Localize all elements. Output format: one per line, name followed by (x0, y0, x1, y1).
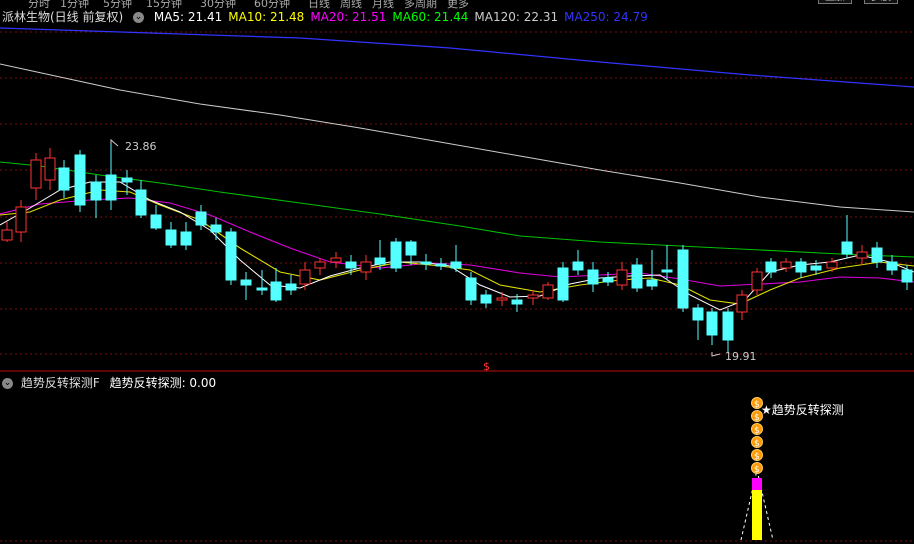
candle-body (44, 157, 56, 181)
indicator-value: 趋势反转探测: 0.00 (109, 376, 217, 390)
candle-body (841, 241, 853, 255)
candle-body (661, 269, 673, 273)
stock-chart-window: 分时1分钟5分钟15分钟30分钟60分钟日线周线月线多周期更多叠加多股 派林生物… (0, 0, 914, 544)
candle-body (826, 261, 838, 269)
candle-body (180, 231, 192, 246)
candle-body (692, 307, 704, 321)
high-price-label: 23.86 (125, 140, 157, 153)
candle-body (225, 231, 237, 281)
candle-body (121, 177, 133, 183)
high-pointer (110, 138, 119, 147)
candle-body (795, 261, 807, 273)
candle-body (572, 261, 584, 271)
candle-body (285, 283, 297, 291)
candle-body (330, 257, 342, 263)
coin-glyph: $ (754, 413, 760, 423)
candle-body (165, 229, 177, 246)
candle-body (74, 154, 86, 206)
candle-body (646, 279, 658, 287)
candle-body (58, 167, 70, 191)
candle-body (527, 294, 539, 299)
chevron-down-icon[interactable]: ⌄ (2, 378, 13, 389)
candle-body (856, 251, 868, 259)
candle-body (810, 265, 822, 271)
coin-glyph: $ (754, 426, 760, 436)
candle-body (420, 261, 432, 265)
kline-chart[interactable]: 23.8619.91$$$$$$$★趋势反转探测 (0, 0, 914, 544)
candle-body (405, 241, 417, 256)
candle-body (736, 294, 748, 313)
signal-label: ★趋势反转探测 (761, 402, 844, 417)
candle-body (15, 206, 27, 233)
candle-body (751, 271, 763, 291)
signal-bar (752, 490, 762, 540)
candle-body (195, 211, 207, 226)
candle-body (901, 269, 913, 283)
candle-body (390, 241, 402, 269)
candle-body (314, 261, 326, 269)
candle-body (871, 247, 883, 263)
candle-body (511, 299, 523, 305)
candle-body (706, 311, 718, 336)
marker-s: $ (483, 360, 490, 373)
candle-body (374, 257, 386, 265)
candle-body (602, 277, 614, 283)
candle-body (299, 269, 311, 285)
candle-body (542, 284, 554, 299)
candle-body (210, 224, 222, 233)
candle-body (240, 279, 252, 286)
candle-body (135, 189, 147, 216)
candle-body (465, 277, 477, 301)
candle-body (886, 261, 898, 271)
signal-bar-top (752, 478, 762, 490)
candle-body (435, 263, 447, 267)
candle-body (105, 174, 117, 201)
candle-body (631, 264, 643, 289)
candle-body (360, 261, 372, 273)
coin-glyph: $ (754, 452, 760, 462)
candle-body (450, 261, 462, 269)
candle-body (677, 249, 689, 309)
candle-body (587, 269, 599, 285)
candle-body (30, 159, 42, 189)
candle-body (780, 261, 792, 269)
candle-body (270, 281, 282, 301)
coin-glyph: $ (754, 439, 760, 449)
low-price-label: 19.91 (725, 350, 757, 363)
indicator-name: 趋势反转探测F (20, 376, 100, 390)
candle-body (150, 214, 162, 229)
candle-body (722, 311, 734, 341)
candle-body (557, 267, 569, 301)
candle-body (616, 269, 628, 286)
candle-body (765, 261, 777, 273)
candle-body (256, 287, 268, 291)
candle-body (1, 229, 13, 241)
coin-glyph: $ (754, 400, 760, 410)
indicator-infobar: ⌄ 趋势反转探测F 趋势反转探测: 0.00 (2, 374, 216, 390)
candle-body (480, 294, 492, 304)
candle-body (345, 261, 357, 269)
candle-body (90, 181, 102, 201)
coin-glyph: $ (754, 465, 760, 475)
candle-body (496, 297, 508, 301)
